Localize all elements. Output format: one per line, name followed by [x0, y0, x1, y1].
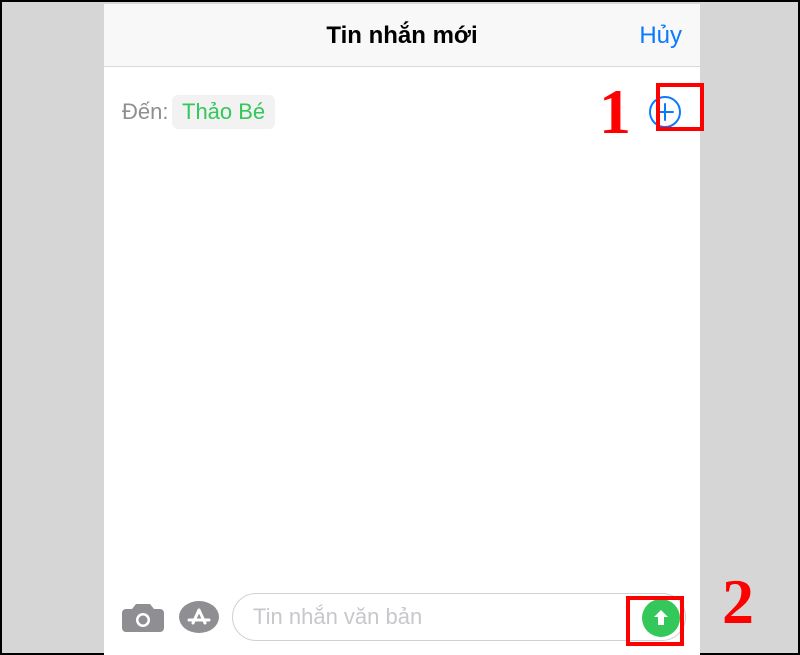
phone-screen: Tin nhắn mới Hủy Đến: Thảo Bé — [104, 4, 700, 655]
plus-circle-icon — [648, 95, 682, 129]
apps-button[interactable] — [176, 599, 222, 635]
compose-bar: Tin nhắn văn bản — [104, 577, 700, 655]
send-button[interactable] — [642, 599, 680, 637]
annotation-number-2: 2 — [722, 570, 754, 634]
arrow-up-icon — [650, 607, 672, 629]
message-thread — [104, 136, 700, 577]
add-contact-button[interactable] — [648, 95, 682, 129]
screenshot-frame: Tin nhắn mới Hủy Đến: Thảo Bé — [0, 0, 800, 655]
message-input[interactable]: Tin nhắn văn bản — [232, 593, 686, 641]
camera-button[interactable] — [120, 599, 166, 635]
recipient-pill[interactable]: Thảo Bé — [172, 95, 275, 129]
page-title: Tin nhắn mới — [104, 22, 700, 50]
recipient-row: Đến: Thảo Bé — [104, 67, 700, 137]
message-placeholder: Tin nhắn văn bản — [253, 604, 422, 630]
camera-icon — [120, 599, 166, 635]
cancel-button[interactable]: Hủy — [639, 22, 682, 50]
to-label: Đến: — [122, 99, 168, 125]
app-store-icon — [176, 599, 222, 635]
nav-bar: Tin nhắn mới Hủy — [104, 4, 700, 67]
